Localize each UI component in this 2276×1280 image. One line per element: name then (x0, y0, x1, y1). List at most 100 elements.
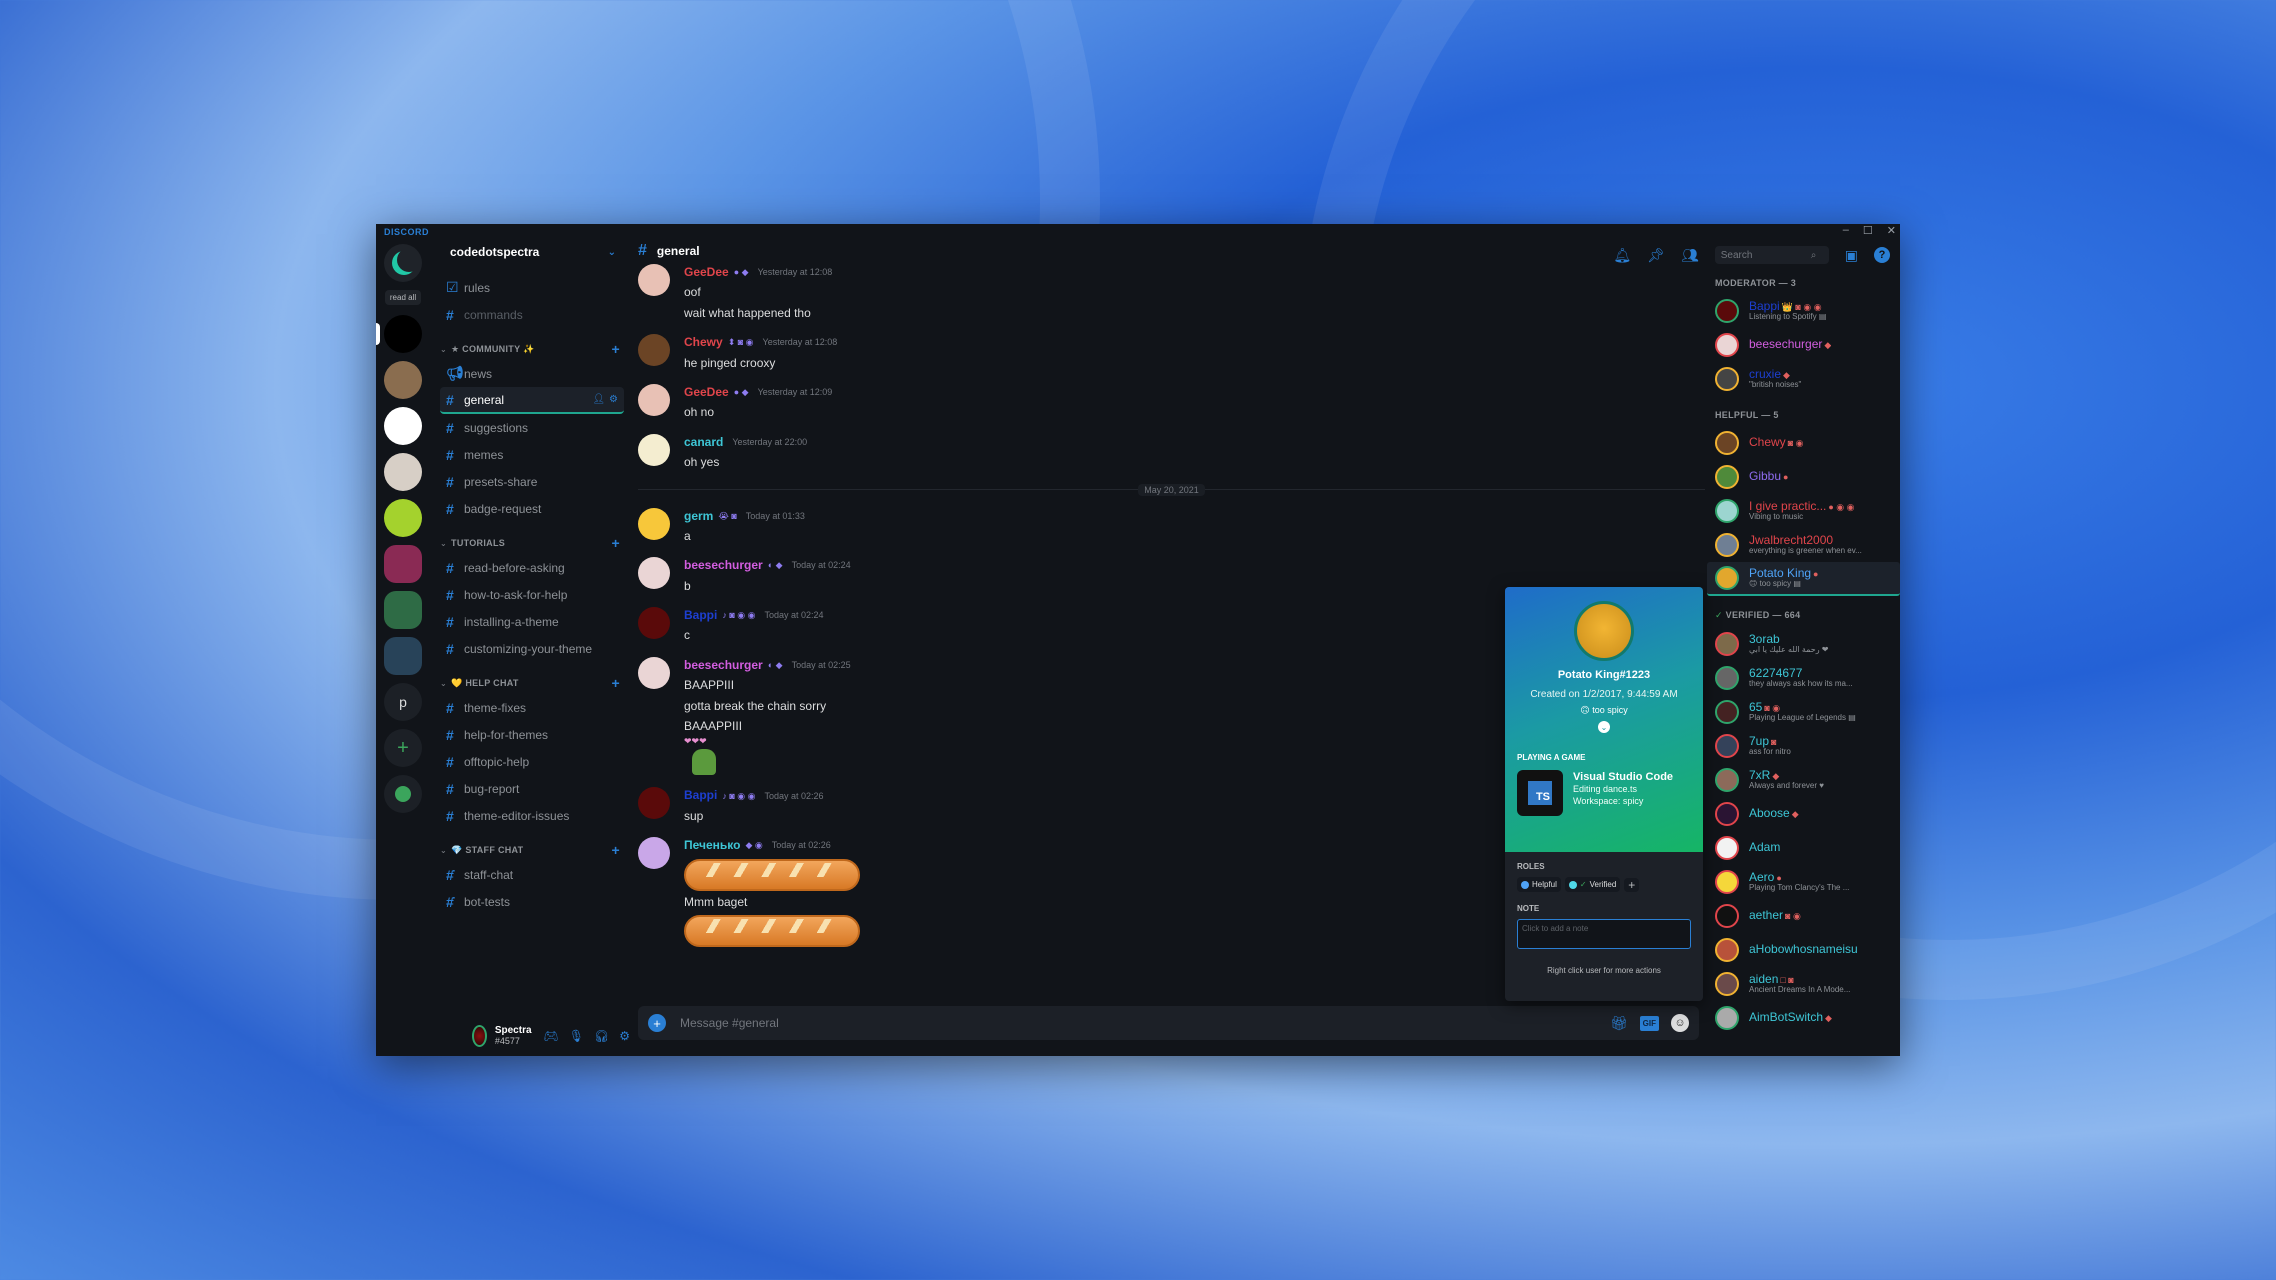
message-author[interactable]: Chewy (684, 334, 723, 351)
member-item[interactable]: aHobowhosnameisu (1707, 933, 1900, 967)
maximize-button[interactable]: ☐ (1863, 224, 1873, 237)
create-channel-plus-icon[interactable]: + (612, 341, 620, 357)
guild-header[interactable]: codedotspectra ⌄ (430, 238, 630, 266)
message-avatar[interactable] (638, 787, 670, 820)
member-item[interactable]: AimBotSwitch ◆ (1707, 1001, 1900, 1035)
notification-bell-icon[interactable]: 🔔︎ (1613, 247, 1631, 264)
member-item[interactable]: 62274677 they always ask how its ma... (1707, 661, 1900, 695)
message-author[interactable]: germ (684, 508, 713, 525)
channel-general[interactable]: # general 👤︎ ⚙ (440, 387, 624, 414)
server-icon-server-3[interactable] (384, 407, 422, 445)
channel-settings-icon[interactable]: ⚙ (609, 394, 618, 405)
gift-icon[interactable]: 🎁︎ (1610, 1015, 1628, 1032)
note-input[interactable] (1517, 919, 1691, 949)
pin-icon[interactable]: 📌︎ (1647, 247, 1665, 264)
category-header[interactable]: ⌄ 💛 HELP CHAT + (440, 672, 624, 694)
server-icon-server-4[interactable] (384, 453, 422, 491)
member-item[interactable]: Gibbu ● (1707, 460, 1900, 494)
message-avatar[interactable] (638, 837, 670, 870)
microphone-icon[interactable]: 🎙︎ (569, 1029, 584, 1043)
create-channel-plus-icon[interactable]: + (612, 842, 620, 858)
member-item[interactable]: Potato King ● 🙃 too spicy ▤ (1707, 562, 1900, 596)
member-item[interactable]: aiden □ ◙ Ancient Dreams In A Mode... (1707, 967, 1900, 1001)
member-list-toggle-icon[interactable]: 👥︎ (1681, 247, 1699, 264)
member-item[interactable]: Jwalbrecht2000 everything is greener when… (1707, 528, 1900, 562)
server-icon-folder-2[interactable] (384, 591, 422, 629)
expand-chevron-icon[interactable]: ⌄ (1598, 721, 1610, 733)
minimize-button[interactable]: – (1843, 224, 1849, 237)
channel-bug-report[interactable]: # bug-report (440, 775, 624, 802)
member-item[interactable]: 65 ◙ ◉ Playing League of Legends ▤ (1707, 695, 1900, 729)
search-input[interactable] (1720, 249, 1811, 261)
channel-suggestions[interactable]: # suggestions (440, 414, 624, 441)
message-author[interactable]: canard (684, 434, 723, 451)
inbox-icon[interactable]: ▣ (1845, 247, 1858, 264)
message-avatar[interactable] (638, 557, 670, 590)
member-item[interactable]: Chewy ◙ ◉ (1707, 426, 1900, 460)
message-avatar[interactable] (638, 433, 670, 466)
server-icon-server-5[interactable] (384, 499, 422, 537)
upload-plus-button[interactable]: + (648, 1014, 666, 1032)
channel-memes[interactable]: # memes (440, 441, 624, 468)
member-item[interactable]: Bappi 👑 ◙ ◉ ◉ Listening to Spotify ▤ (1707, 294, 1900, 328)
channel-read-before-asking[interactable]: # read-before-asking (440, 554, 624, 581)
role-verified[interactable]: ✓ Verified (1564, 877, 1621, 892)
member-item[interactable]: Aero ● Playing Tom Clancy's The ... (1707, 865, 1900, 899)
channel-theme-fixes[interactable]: # theme-fixes (440, 694, 624, 721)
message-input[interactable] (666, 1016, 1610, 1030)
add-role-button[interactable]: + (1624, 877, 1640, 892)
channel-how-to-ask-for-help[interactable]: # how-to-ask-for-help (440, 581, 624, 608)
channel-theme-editor-issues[interactable]: # theme-editor-issues (440, 802, 624, 829)
channel-installing-a-theme[interactable]: # installing-a-theme (440, 608, 624, 635)
member-item[interactable]: 3orab رحمة الله عليك يا أبي ❤ (1707, 627, 1900, 661)
member-item[interactable]: 7xR ◆ Always and forever ♥ (1707, 763, 1900, 797)
channel-bot-tests[interactable]: #̇ bot-tests (440, 888, 624, 915)
create-channel-plus-icon[interactable]: + (612, 535, 620, 551)
gamepad-icon[interactable]: 🎮︎ (544, 1029, 559, 1043)
message-author[interactable]: Bappi (684, 787, 717, 804)
channel-offtopic-help[interactable]: # offtopic-help (440, 748, 624, 775)
explore-servers-button[interactable] (384, 775, 422, 813)
channel-news[interactable]: 📢︎ news (440, 360, 624, 387)
member-item[interactable]: Aboose ◆ (1707, 797, 1900, 831)
category-header[interactable]: ⌄ ★ COMMUNITY ✨ + (440, 338, 624, 360)
channel-help-for-themes[interactable]: # help-for-themes (440, 721, 624, 748)
message-author[interactable]: beesechurger (684, 657, 763, 674)
category-header[interactable]: ⌄ TUTORIALS + (440, 532, 624, 554)
channel-commands[interactable]: # commands (440, 301, 624, 328)
server-icon-codedotspectra[interactable] (376, 315, 422, 353)
emoji-picker-icon[interactable]: ☺ (1671, 1014, 1689, 1032)
server-icon-p[interactable]: p (384, 683, 422, 721)
read-all-button[interactable]: read all (384, 290, 422, 305)
channel-customizing-your-theme[interactable]: # customizing-your-theme (440, 635, 624, 662)
member-item[interactable]: aether ◙ ◉ (1707, 899, 1900, 933)
member-item[interactable]: beesechurger ◆ (1707, 328, 1900, 362)
member-item[interactable]: cruxie ◆ "british noises" (1707, 362, 1900, 396)
settings-gear-icon[interactable]: ⚙ (619, 1029, 630, 1043)
channel-badge-request[interactable]: # badge-request (440, 495, 624, 522)
message-avatar[interactable] (638, 607, 670, 640)
channel-presets-share[interactable]: # presets-share (440, 468, 624, 495)
message-author[interactable]: Bappi (684, 607, 717, 624)
server-icon-server-2[interactable] (384, 361, 422, 399)
server-icon-folder-1[interactable] (384, 545, 422, 583)
close-button[interactable]: ✕ (1887, 224, 1896, 237)
message-avatar[interactable] (638, 334, 670, 367)
message-author[interactable]: Печенько (684, 837, 740, 854)
role-helpful[interactable]: Helpful (1517, 877, 1561, 892)
message-avatar[interactable] (638, 507, 670, 540)
help-icon[interactable]: ? (1874, 247, 1890, 263)
user-avatar[interactable] (472, 1025, 487, 1047)
message-author[interactable]: GeeDee (684, 384, 729, 401)
channel-rules[interactable]: ☑ rules (440, 274, 624, 301)
add-server-button[interactable]: + (384, 729, 422, 767)
category-header[interactable]: ⌄ 💎 STAFF CHAT + (440, 839, 624, 861)
headphones-icon[interactable]: 🎧︎ (594, 1029, 609, 1043)
message-avatar[interactable] (638, 264, 670, 296)
invite-icon[interactable]: 👤︎ (592, 394, 605, 405)
member-item[interactable]: Adam (1707, 831, 1900, 865)
member-item[interactable]: 7up ◙ ass for nitro (1707, 729, 1900, 763)
create-channel-plus-icon[interactable]: + (612, 675, 620, 691)
message-avatar[interactable] (638, 383, 670, 416)
server-icon-folder-3[interactable] (384, 637, 422, 675)
